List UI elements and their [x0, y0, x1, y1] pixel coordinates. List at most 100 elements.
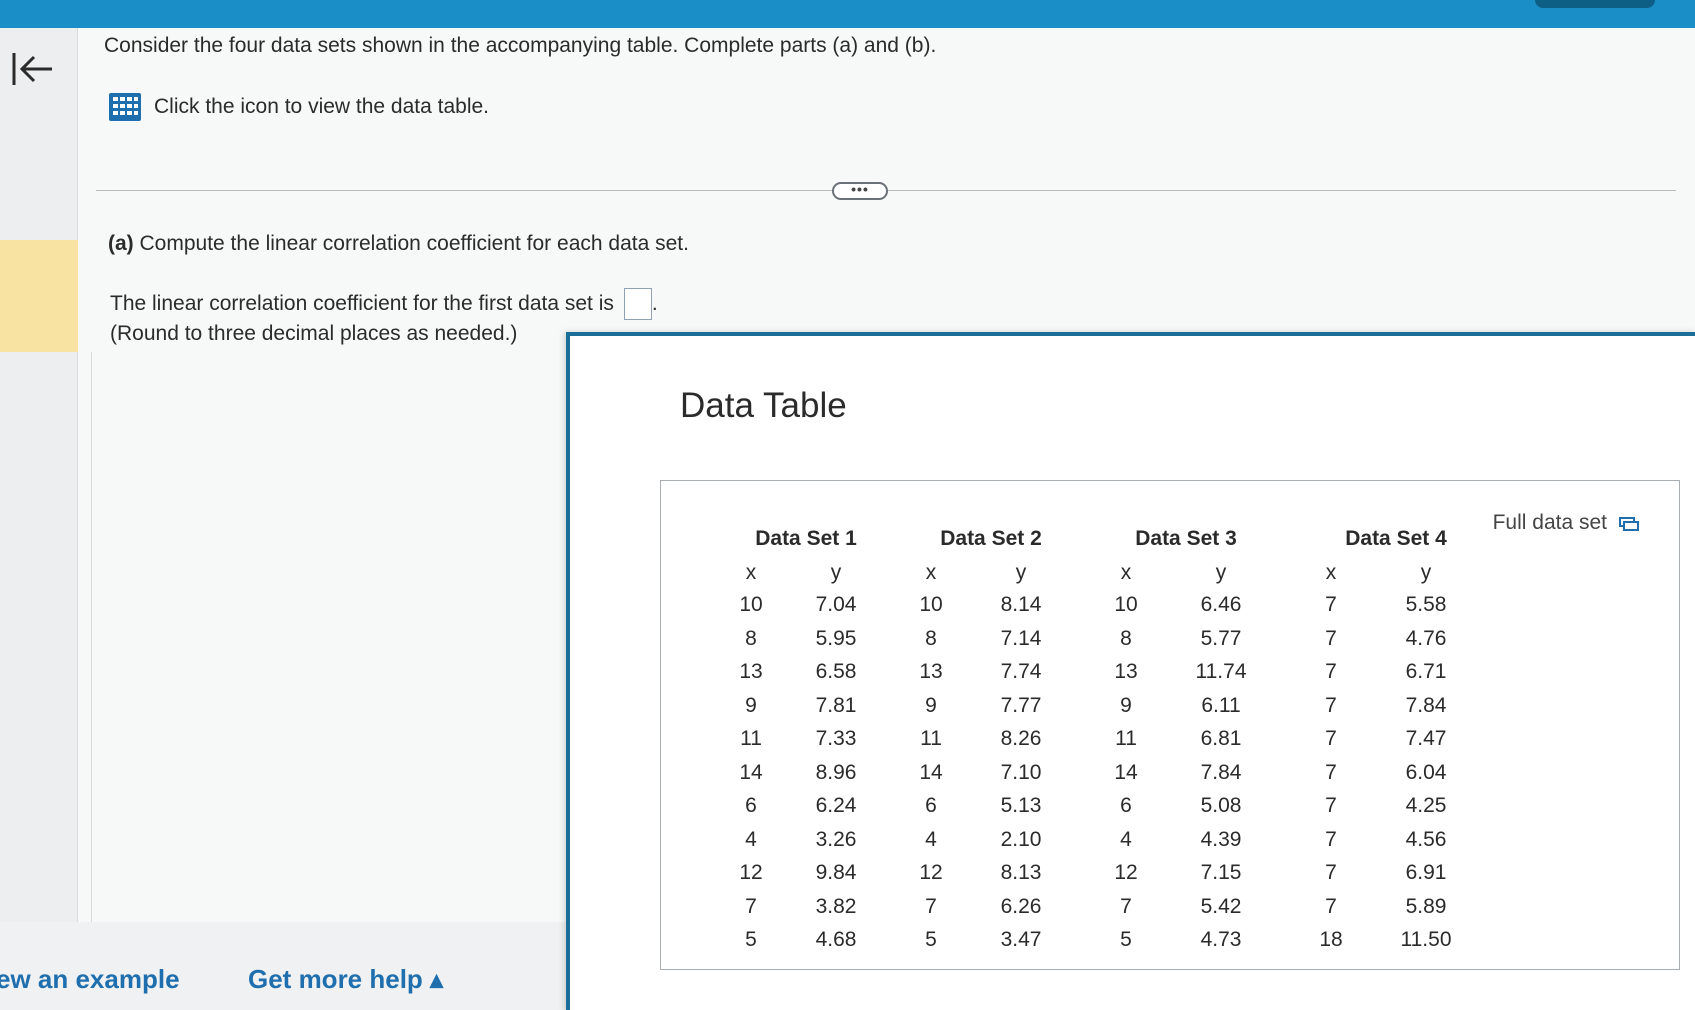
data-set-title: Data Set 2 — [940, 527, 1042, 550]
table-cell: 7 — [925, 894, 937, 918]
table-cell: 5.77 — [1200, 626, 1242, 650]
table-cell: 6.11 — [1201, 693, 1241, 717]
table-cell: 12 — [1114, 861, 1138, 884]
popup-title: Data Table — [680, 386, 847, 425]
table-cell: 5 — [745, 928, 757, 951]
table-cell: 13 — [919, 660, 943, 683]
data-table-icon[interactable] — [108, 92, 142, 122]
table-cell: 3.26 — [815, 827, 857, 851]
table-cell: 7 — [1325, 727, 1337, 750]
y-column: y 8.14 7.14 7.74 7.77 8.26 7.10 5.13 2.10 8.13 6.… — [961, 561, 1081, 962]
data-set-2: Data Set 2 x 10 8 13 9 11 14 6 4 12 7 5 y 8.14 7.14… — [901, 527, 1081, 962]
view-example-link[interactable]: ew an example — [0, 964, 180, 995]
data-set-title: Data Set 3 — [1135, 527, 1237, 550]
table-cell: 4.68 — [815, 928, 857, 951]
get-more-help-link[interactable]: Get more help ▴ — [248, 964, 443, 995]
part-a-heading: (a) Compute the linear correlation coeff… — [108, 232, 689, 256]
copy-icon[interactable] — [1619, 515, 1639, 531]
table-cell: 7 — [1325, 894, 1337, 918]
x-header: x — [1325, 561, 1337, 584]
table-cell: 7.74 — [1000, 660, 1042, 683]
table-cell: 5.89 — [1405, 894, 1447, 918]
table-cell: 5 — [1120, 928, 1132, 951]
x-header: x — [1120, 561, 1132, 584]
y-header: y — [1015, 561, 1027, 584]
table-cell: 7 — [1325, 861, 1337, 884]
rail-highlight — [0, 240, 82, 352]
full-data-set-link[interactable]: Full data set — [1493, 511, 1639, 535]
table-cell: 4.56 — [1405, 827, 1447, 851]
table-cell: 7.77 — [1000, 693, 1042, 717]
table-cell: 7.84 — [1405, 693, 1447, 717]
more-options-button[interactable]: ••• — [832, 182, 888, 200]
view-table-link[interactable]: Click the icon to view the data table. — [108, 92, 489, 122]
part-a-label: (a) — [108, 232, 134, 255]
table-cell: 11.50 — [1400, 928, 1452, 951]
answer-prompt: The linear correlation coefficient for t… — [110, 292, 614, 315]
view-table-label[interactable]: Click the icon to view the data table. — [154, 95, 489, 119]
table-cell: 6.71 — [1405, 660, 1447, 683]
table-cell: 7.10 — [1000, 760, 1042, 784]
table-cell: 7.47 — [1405, 727, 1447, 750]
table-cell: 5 — [925, 928, 937, 951]
table-cell: 8.14 — [1000, 593, 1042, 616]
table-cell: 18 — [1319, 928, 1343, 951]
table-cell: 7 — [1120, 894, 1132, 918]
left-panel — [0, 352, 92, 922]
table-cell: 8 — [1120, 626, 1132, 650]
table-cell: 7 — [1325, 693, 1337, 717]
table-cell: 6.91 — [1405, 861, 1447, 884]
back-arrow-icon[interactable] — [6, 44, 58, 94]
table-cell: 7 — [1325, 827, 1337, 851]
table-cell: 9.84 — [815, 861, 857, 884]
table-cell: 7.84 — [1200, 760, 1242, 784]
table-cell: 11 — [920, 727, 942, 750]
table-cell: 7 — [1325, 626, 1337, 650]
table-cell: 6.24 — [815, 794, 857, 817]
data-set-3: Data Set 3 x 10 8 13 9 11 14 6 4 12 7 5 y 6.46 5.77… — [1091, 527, 1281, 962]
table-cell: 14 — [739, 760, 763, 784]
table-cell: 13 — [1114, 660, 1138, 683]
y-column: y 5.58 4.76 6.71 7.84 7.47 6.04 4.25 4.56 6.91 5.… — [1361, 561, 1491, 962]
table-cell: 7 — [1325, 593, 1337, 616]
y-column: y 7.04 5.95 6.58 7.81 7.33 8.96 6.24 3.26 9.84 3.… — [781, 561, 891, 962]
table-cell: 7 — [1325, 760, 1337, 784]
part-a-text: Compute the linear correlation coefficie… — [139, 232, 689, 255]
table-cell: 13 — [739, 660, 763, 683]
full-data-set-label[interactable]: Full data set — [1493, 511, 1607, 535]
answer-input[interactable] — [623, 288, 652, 320]
data-table-frame: Full data set Data Set 1 x 10 8 13 9 11 14 6 4 1… — [660, 480, 1680, 970]
table-cell: 9 — [1120, 693, 1132, 717]
table-cell: 10 — [739, 593, 763, 616]
table-cell: 6.58 — [815, 660, 857, 683]
table-cell: 4.76 — [1405, 626, 1447, 650]
table-cell: 11 — [1115, 727, 1137, 750]
table-cell: 6 — [925, 794, 937, 817]
table-cell: 7.33 — [815, 727, 857, 750]
table-cell: 12 — [739, 861, 763, 884]
table-cell: 4.73 — [1200, 928, 1242, 951]
table-cell: 14 — [1114, 760, 1138, 784]
x-header: x — [745, 561, 757, 584]
table-cell: 14 — [919, 760, 943, 784]
table-cell: 9 — [745, 693, 757, 717]
table-cell: 9 — [925, 693, 937, 717]
round-note: (Round to three decimal places as needed… — [110, 322, 518, 345]
data-set-4: Data Set 4 x 7 7 7 7 7 7 7 7 7 7 18 y 5.58 4.76 6.71… — [1301, 527, 1491, 962]
table-cell: 3.47 — [1000, 928, 1042, 951]
data-set-title: Data Set 4 — [1345, 527, 1447, 550]
table-cell: 7 — [745, 894, 757, 918]
table-cell: 11.74 — [1195, 660, 1247, 683]
data-table-popup: Data Table Full data set Data Set 1 x 10… — [566, 332, 1695, 1010]
table-cell: 4 — [745, 827, 757, 851]
table-cell: 10 — [919, 593, 943, 616]
data-set-title: Data Set 1 — [755, 527, 857, 550]
table-cell: 5.95 — [815, 626, 857, 650]
y-header: y — [1215, 561, 1227, 584]
table-cell: 6 — [1120, 794, 1132, 817]
table-cell: 8.26 — [1000, 727, 1042, 750]
table-cell: 7.14 — [1000, 626, 1042, 650]
top-bar-pill — [1535, 0, 1655, 8]
table-cell: 6.81 — [1200, 727, 1242, 750]
answer-period: . — [651, 292, 658, 315]
